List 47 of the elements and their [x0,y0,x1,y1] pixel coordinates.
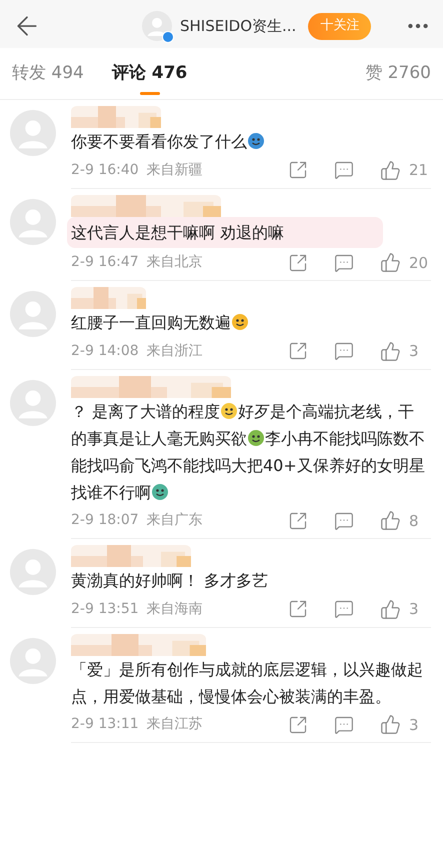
like-count: 21 [409,160,430,181]
comment-location: 来自浙江 [146,342,203,361]
comment-text: ？ 是离了大谱的程度 好歹是个高端抗老线，干的事真是让人毫无购买欲 李小冉不能找吗陈数不能找吗俞飞鸿不能找吗大把40+又保养好的女明星找谁不行啊 [71,400,426,504]
follow-button[interactable]: 十关注 [308,12,372,40]
comment-text: 这代言人是想干嘛啊 劝退的嘛 [67,216,383,248]
comment-icon[interactable] [334,510,354,531]
tab[interactable]: 转发 494 [12,48,84,99]
like-icon[interactable] [380,598,401,620]
like-icon[interactable] [380,510,401,532]
share-icon[interactable] [288,252,308,273]
comment-icon[interactable] [334,341,354,362]
like-count: 3 [409,714,420,736]
comment-time: 2-9 16:47 [71,253,139,272]
comment-time: 2-9 13:11 [71,715,139,734]
tab[interactable]: 评论 476 [112,48,188,99]
share-icon[interactable] [288,341,308,362]
comment-text: 红腰子一直回购无数遍 [71,309,431,336]
share-icon[interactable] [288,510,308,531]
account-name: SHISEIDO资生... [180,16,296,37]
like-icon[interactable] [380,252,401,274]
like-icon[interactable] [380,714,401,736]
comment-text: 黄渤真的好帅啊！ 多才多艺 [71,570,270,592]
comment-time: 2-9 13:51 [71,600,139,619]
share-icon[interactable] [288,599,308,620]
comment-icon[interactable] [334,599,354,620]
comment-location: 来自广东 [146,511,203,530]
like-icon[interactable] [380,340,401,362]
comment-text: 你要不要看看你发了什么 [71,128,431,155]
comment-icon[interactable] [334,252,354,273]
comment-time: 2-9 16:40 [71,160,139,180]
comment-location: 来自江苏 [146,715,203,734]
like-count: 3 [409,599,420,620]
like-count: 8 [409,510,420,532]
comment-time: 2-9 14:08 [71,342,139,361]
comment-time: 2-9 18:07 [71,511,139,530]
comment-location: 来自新疆 [146,160,203,180]
like-count: 3 [409,341,420,362]
like-icon[interactable] [380,160,401,181]
comment-icon[interactable] [334,160,354,180]
comment-icon[interactable] [334,714,354,735]
share-icon[interactable] [288,160,308,180]
like-count: 20 [409,252,430,274]
comment-location: 来自海南 [146,600,203,619]
tab[interactable]: 赞 2760 [365,48,431,99]
comment-location: 来自北京 [146,253,203,272]
share-icon[interactable] [288,714,308,735]
comment-text: 「爱」是所有创作与成就的底层逻辑，以兴趣做起点，用爱做基础，慢慢体会心被装满的丰盈。 [71,658,424,708]
